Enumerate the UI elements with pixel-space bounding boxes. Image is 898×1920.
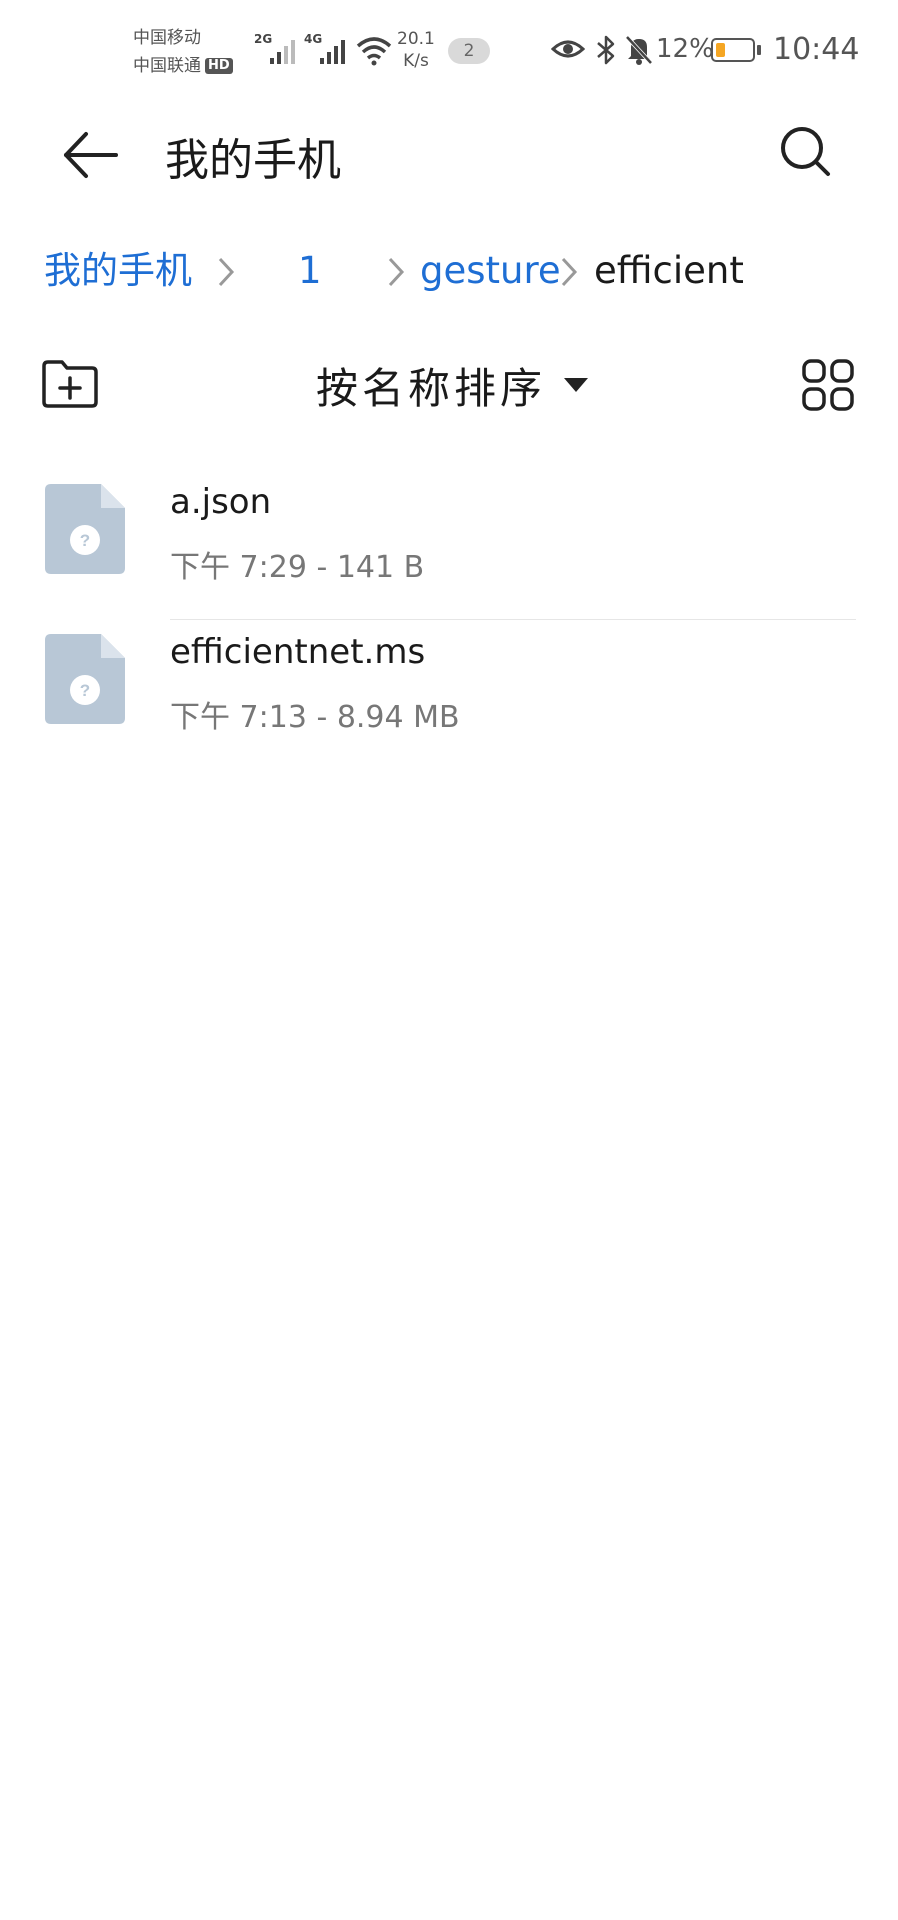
page-title: 我的手机 bbox=[165, 135, 341, 186]
caret-down-icon bbox=[564, 378, 589, 392]
file-time: 下午 7:29 bbox=[170, 550, 307, 585]
battery-level-fill bbox=[716, 43, 725, 57]
battery-icon bbox=[711, 38, 761, 62]
carrier-2-label: 中国联通 bbox=[133, 56, 201, 76]
back-arrow-icon[interactable] bbox=[60, 130, 120, 180]
status-time: 10:44 bbox=[773, 32, 860, 67]
hd-badge: HD bbox=[205, 58, 233, 74]
carrier-info: 中国移动 中国联通 HD bbox=[133, 24, 233, 80]
network-speed: 20.1 K/s bbox=[397, 28, 435, 72]
chevron-right-icon bbox=[218, 257, 235, 287]
breadcrumb-item-efficient: efficient bbox=[594, 249, 744, 292]
mute-bell-icon bbox=[625, 35, 653, 65]
breadcrumb-item-1[interactable]: 1 bbox=[298, 246, 322, 296]
unknown-file-icon: ? bbox=[45, 484, 125, 574]
file-name: a.json bbox=[170, 482, 272, 522]
chevron-right-icon bbox=[388, 257, 405, 287]
grid-view-icon[interactable] bbox=[801, 358, 855, 412]
carrier-1-label: 中国移动 bbox=[133, 28, 201, 48]
sim1-network-label: 2G bbox=[254, 32, 273, 46]
sim2-network-label: 4G bbox=[304, 32, 323, 46]
sort-dropdown[interactable]: 按名称排序 bbox=[316, 355, 589, 415]
svg-text:?: ? bbox=[80, 531, 90, 550]
sort-label: 按名称排序 bbox=[316, 363, 547, 413]
chevron-right-icon bbox=[561, 257, 578, 287]
file-time: 下午 7:13 bbox=[170, 700, 307, 735]
file-size: 141 B bbox=[336, 550, 425, 585]
file-size: 8.94 MB bbox=[336, 700, 460, 735]
speed-value: 20.1 bbox=[397, 29, 435, 49]
wifi-icon bbox=[356, 37, 392, 66]
battery-percent: 12% bbox=[656, 34, 714, 64]
breadcrumb-item-my-phone[interactable]: 我的手机 bbox=[44, 246, 192, 296]
file-meta: 下午 7:13 - 8.94 MB bbox=[170, 700, 460, 735]
unknown-file-icon: ? bbox=[45, 634, 125, 724]
sim1-signal-icon: 2G bbox=[254, 32, 295, 64]
search-icon[interactable] bbox=[778, 124, 834, 180]
speed-unit: K/s bbox=[403, 51, 429, 71]
sim2-signal-icon: 4G bbox=[304, 32, 345, 64]
bluetooth-icon bbox=[597, 35, 615, 65]
file-list: ? a.json 下午 7:29 - 141 B ? efficientnet.… bbox=[0, 470, 898, 770]
breadcrumb: 我的手机 1 gesture efficient bbox=[44, 246, 864, 296]
breadcrumb-item-gesture[interactable]: gesture bbox=[420, 246, 561, 296]
status-bar: 中国移动 中国联通 HD 2G 4G 20.1 K/s 2 12% 10:44 bbox=[0, 0, 898, 100]
file-name: efficientnet.ms bbox=[170, 632, 426, 672]
notification-count-badge: 2 bbox=[448, 38, 490, 64]
file-row-a-json[interactable]: ? a.json 下午 7:29 - 141 B bbox=[0, 470, 898, 620]
eye-icon bbox=[551, 40, 585, 58]
folder-plus-icon[interactable] bbox=[40, 358, 100, 410]
file-meta: 下午 7:29 - 141 B bbox=[170, 550, 425, 585]
file-row-efficientnet-ms[interactable]: ? efficientnet.ms 下午 7:13 - 8.94 MB bbox=[0, 620, 898, 770]
svg-text:?: ? bbox=[80, 681, 90, 700]
